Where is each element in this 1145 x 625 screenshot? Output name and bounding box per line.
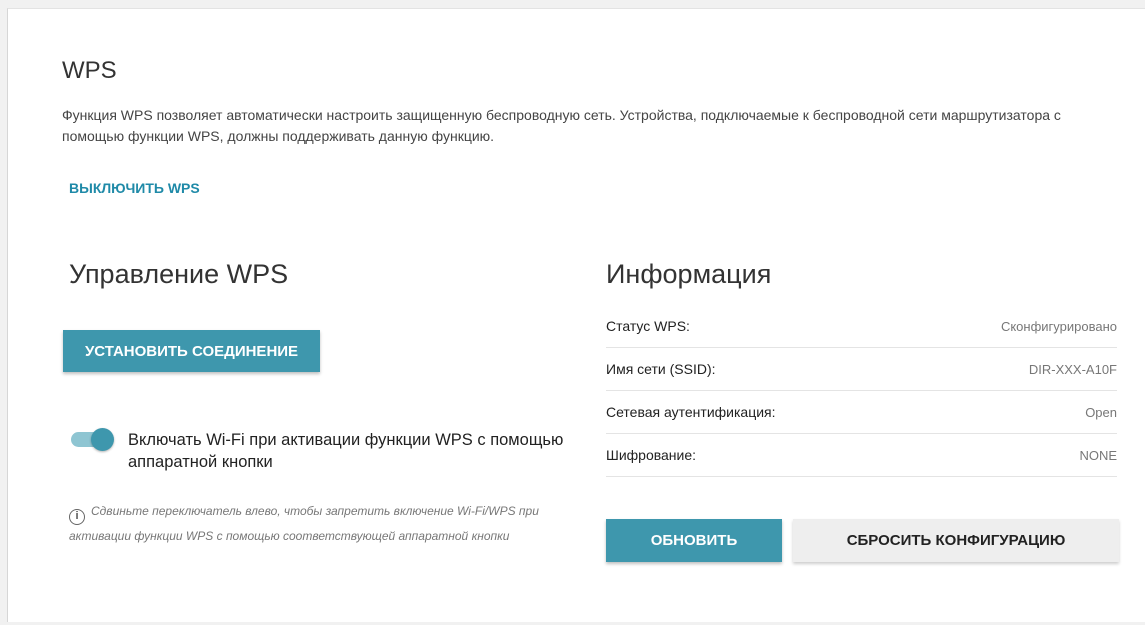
reset-configuration-button[interactable]: СБРОСИТЬ КОНФИГУРАЦИЮ: [793, 519, 1119, 562]
info-row-ssid: Имя сети (SSID): DIR-XXX-A10F: [606, 348, 1117, 391]
info-value: DIR-XXX-A10F: [1028, 361, 1117, 377]
info-key: Имя сети (SSID):: [606, 361, 716, 377]
toggle-hint: i Сдвиньте переключатель влево, чтобы зап…: [69, 500, 569, 547]
info-table: Статус WPS: Сконфигурировано Имя сети (S…: [606, 305, 1117, 477]
toggle-label: Включать Wi-Fi при активации функции WPS…: [128, 431, 564, 471]
info-value: Сконфигурировано: [1000, 318, 1117, 334]
info-key: Статус WPS:: [606, 318, 690, 334]
wps-panel: WPS Функция WPS позволяет автоматически …: [7, 8, 1145, 622]
info-title: Информация: [606, 259, 772, 289]
wifi-on-wps-toggle[interactable]: [71, 428, 114, 451]
info-value: NONE: [1079, 447, 1117, 463]
page-title: WPS: [62, 57, 117, 84]
info-row-authentication: Сетевая аутентификация: Open: [606, 391, 1117, 434]
wps-management-title: Управление WPS: [69, 259, 289, 289]
info-row-wps-status: Статус WPS: Сконфигурировано: [606, 305, 1117, 348]
info-row-encryption: Шифрование: NONE: [606, 434, 1117, 477]
toggle-knob: [91, 428, 114, 451]
info-key: Шифрование:: [606, 447, 697, 463]
page-description: Функция WPS позволяет автоматически наст…: [62, 107, 1061, 144]
info-value: Open: [1085, 404, 1117, 420]
info-icon: i: [69, 509, 85, 525]
establish-connection-button[interactable]: УСТАНОВИТЬ СОЕДИНЕНИЕ: [63, 330, 320, 372]
hint-text: Сдвиньте переключатель влево, чтобы запр…: [69, 504, 539, 543]
refresh-button[interactable]: ОБНОВИТЬ: [606, 519, 782, 562]
info-key: Сетевая аутентификация:: [606, 404, 776, 420]
disable-wps-link[interactable]: ВЫКЛЮЧИТЬ WPS: [69, 180, 200, 196]
